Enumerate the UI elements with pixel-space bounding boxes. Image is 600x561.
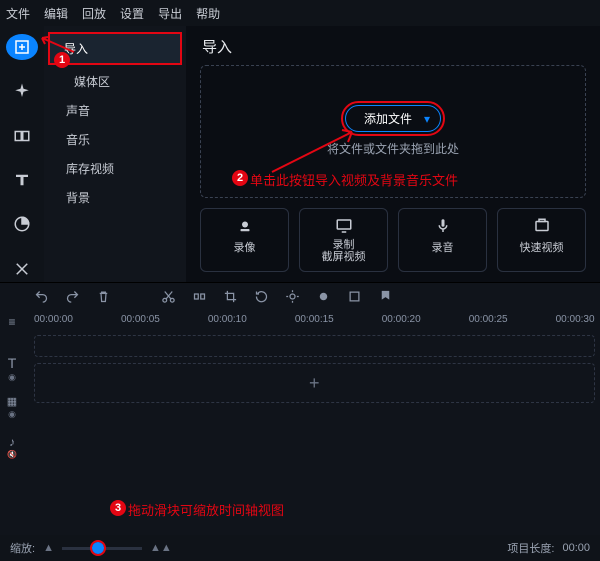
clip-props-icon[interactable] <box>347 289 362 304</box>
anno-text-2: 单击此按钮导入视频及背景音乐文件 <box>250 170 458 189</box>
camera-icon <box>236 217 254 235</box>
timeline: ≡ T◉ ▦◉ ♪🔇 00:00:00 00:00:05 00:00:10 00… <box>0 282 600 561</box>
track-video[interactable]: ▦◉ <box>0 395 24 417</box>
add-files-button[interactable]: 添加文件 ▾ <box>345 105 441 132</box>
marker-icon[interactable] <box>378 289 393 304</box>
zoom-slider-thumb[interactable] <box>92 542 104 554</box>
rail-more-tools[interactable] <box>6 256 38 282</box>
rail-stickers[interactable] <box>6 211 38 237</box>
action-record-camera[interactable]: 录像 <box>200 208 289 272</box>
add-clip-icon: + <box>309 373 320 394</box>
cut-icon[interactable] <box>161 289 176 304</box>
menu-export[interactable]: 导出 <box>158 5 182 22</box>
sidebar-item-media[interactable]: 媒体区 <box>44 67 186 96</box>
video-track[interactable]: + <box>34 363 595 403</box>
anno-text-3: 拖动滑块可缩放时间轴视图 <box>128 500 284 519</box>
timeline-toolbar <box>24 283 600 310</box>
anno-marker-3: 3 <box>110 500 126 516</box>
split-icon[interactable] <box>192 289 207 304</box>
screen-icon <box>335 217 353 235</box>
track-text[interactable]: T◉ <box>0 355 24 377</box>
sidebar-item-music[interactable]: 音乐 <box>44 125 186 154</box>
project-length-label: 项目长度: <box>507 540 554 556</box>
menu-file[interactable]: 文件 <box>6 5 30 22</box>
track-audio[interactable]: ♪🔇 <box>0 435 24 457</box>
zoom-slider[interactable] <box>62 547 142 550</box>
sidebar-item-stock[interactable]: 库存视频 <box>44 154 186 183</box>
timeline-body: 00:00:00 00:00:05 00:00:10 00:00:15 00:0… <box>24 283 600 561</box>
content-title: 导入 <box>202 36 586 57</box>
anno-arrow-2 <box>268 126 358 176</box>
project-length-value: 00:00 <box>562 542 590 554</box>
action-row: 录像 录制截屏视频 录音 快速视频 <box>200 208 586 272</box>
audio-track[interactable] <box>34 409 595 431</box>
sidebar-item-sound[interactable]: 声音 <box>44 96 186 125</box>
add-files-label: 添加文件 <box>364 110 412 127</box>
anno-marker-1: 1 <box>54 52 70 68</box>
action-record-audio[interactable]: 录音 <box>398 208 487 272</box>
track-toggle-1[interactable]: ≡ <box>0 315 24 337</box>
mic-icon <box>434 217 452 235</box>
delete-icon[interactable] <box>96 289 111 304</box>
redo-icon[interactable] <box>65 289 80 304</box>
anno-marker-2: 2 <box>232 170 248 186</box>
chevron-down-icon: ▾ <box>424 112 430 126</box>
rail-transitions[interactable] <box>6 123 38 149</box>
rotate-icon[interactable] <box>254 289 269 304</box>
record-icon[interactable] <box>316 289 331 304</box>
anno-arrow-1 <box>36 34 76 56</box>
timeline-rail: ≡ T◉ ▦◉ ♪🔇 <box>0 283 24 561</box>
content-area: 导入 添加文件 ▾ 将文件或文件夹拖到此处 录像 录制截屏视频 录音 <box>186 26 600 282</box>
undo-icon[interactable] <box>34 289 49 304</box>
menu-settings[interactable]: 设置 <box>120 5 144 22</box>
crop-icon[interactable] <box>223 289 238 304</box>
action-quick-video[interactable]: 快速视频 <box>497 208 586 272</box>
quick-icon <box>533 217 551 235</box>
sidebar-item-bg[interactable]: 背景 <box>44 183 186 212</box>
rail-import[interactable] <box>6 34 38 60</box>
title-track[interactable] <box>34 335 595 357</box>
zoom-label: 缩放: <box>10 540 35 556</box>
menu-help[interactable]: 帮助 <box>196 5 220 22</box>
rail-titles[interactable] <box>6 167 38 193</box>
menu-edit[interactable]: 编辑 <box>44 5 68 22</box>
menu-playback[interactable]: 回放 <box>82 5 106 22</box>
time-ruler[interactable]: 00:00:00 00:00:05 00:00:10 00:00:15 00:0… <box>24 310 600 329</box>
zoom-out-icon[interactable]: ▲ <box>43 542 54 554</box>
adjust-icon[interactable] <box>285 289 300 304</box>
tool-rail <box>0 26 44 282</box>
rail-filters[interactable] <box>6 78 38 104</box>
zoom-in-icon[interactable]: ▲▲ <box>150 542 172 554</box>
action-record-screen[interactable]: 录制截屏视频 <box>299 208 388 272</box>
footer: 缩放: ▲ ▲▲ 项目长度: 00:00 <box>0 535 600 561</box>
menubar: 文件 编辑 回放 设置 导出 帮助 <box>0 0 600 26</box>
